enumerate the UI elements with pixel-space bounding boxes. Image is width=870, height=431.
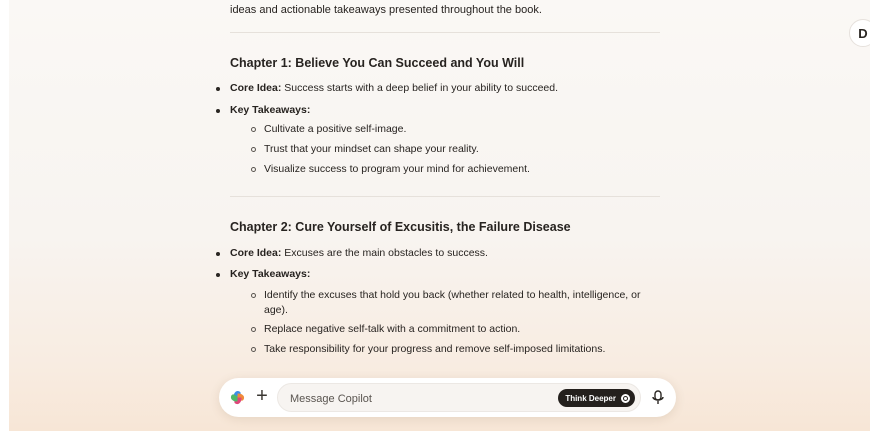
intro-text: ideas and actionable takeaways presented… <box>230 4 542 16</box>
list-item: Identify the excuses that hold you back … <box>251 288 659 318</box>
list-item: Take responsibility for your progress an… <box>251 343 605 355</box>
list-item: Visualize success to program your mind f… <box>251 163 530 175</box>
think-deeper-label: Think Deeper <box>565 393 616 403</box>
sub-bullet-icon <box>251 327 256 332</box>
bullet-icon <box>216 109 220 113</box>
divider <box>230 196 660 197</box>
bullet-icon <box>216 87 220 91</box>
sub-bullet-icon <box>251 147 256 152</box>
bullet-icon <box>216 252 220 256</box>
sub-bullet-icon <box>251 347 256 352</box>
list-item: Cultivate a positive self-image. <box>251 123 406 135</box>
copilot-logo-icon[interactable] <box>230 390 245 405</box>
user-avatar[interactable]: D <box>849 19 870 47</box>
chapter-2-takeaways-heading: Key Takeaways: <box>216 268 660 280</box>
message-input[interactable] <box>288 384 552 413</box>
list-item: Replace negative self-talk with a commit… <box>251 323 520 335</box>
divider <box>230 32 660 33</box>
think-deeper-icon <box>621 393 630 403</box>
microphone-icon[interactable] <box>651 390 665 406</box>
bullet-icon <box>216 273 220 277</box>
list-item: Trust that your mindset can shape your r… <box>251 143 479 155</box>
message-composer: + Think Deeper <box>219 378 676 417</box>
chapter-1-core-idea: Core Idea: Success starts with a deep be… <box>216 82 660 94</box>
sub-bullet-icon <box>251 127 256 132</box>
think-deeper-button[interactable]: Think Deeper <box>558 389 635 407</box>
sub-bullet-icon <box>251 293 256 298</box>
chapter-1-takeaways-heading: Key Takeaways: <box>216 104 660 116</box>
chapter-1-title: Chapter 1: Believe You Can Succeed and Y… <box>230 56 525 70</box>
chapter-2-core-idea: Core Idea: Excuses are the main obstacle… <box>216 247 660 259</box>
plus-icon[interactable]: + <box>254 386 270 406</box>
message-input-container: Think Deeper <box>277 383 641 413</box>
sub-bullet-icon <box>251 167 256 172</box>
chapter-2-title: Chapter 2: Cure Yourself of Excusitis, t… <box>230 220 571 234</box>
avatar-initial: D <box>858 25 868 41</box>
